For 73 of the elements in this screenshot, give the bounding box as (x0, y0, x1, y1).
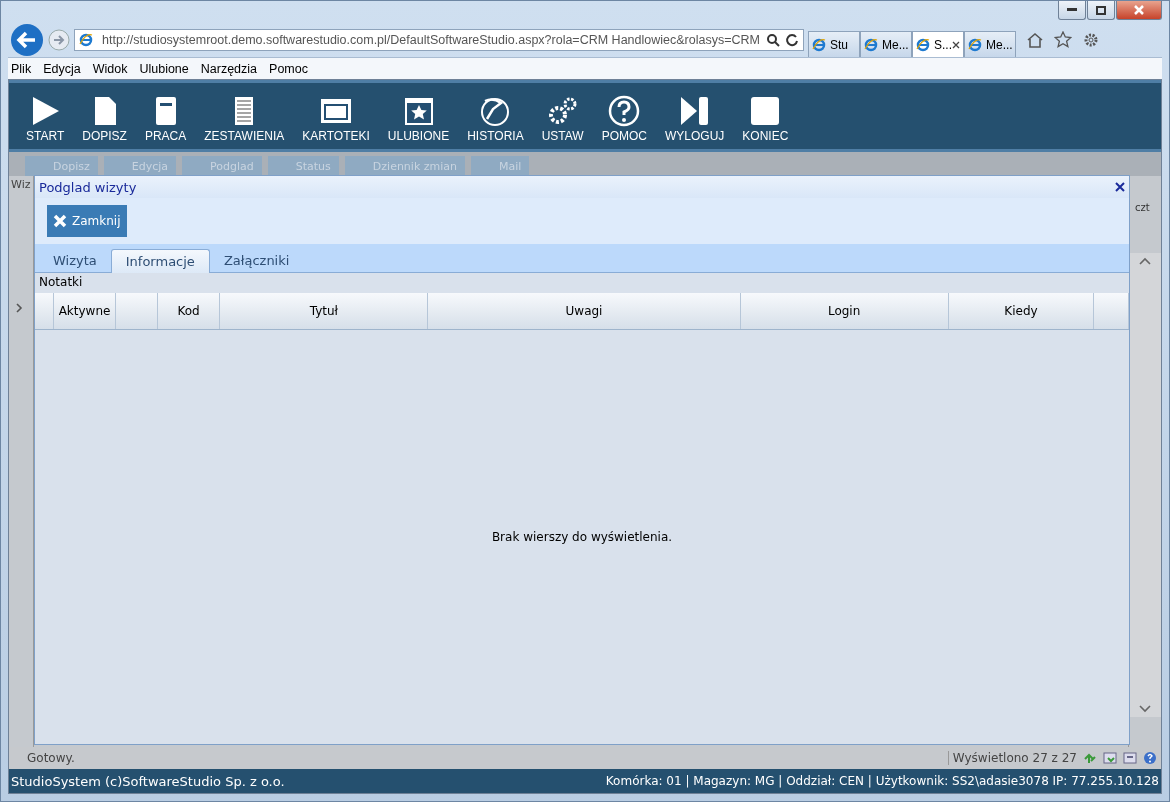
page-icon (79, 33, 93, 47)
logout-icon (678, 95, 711, 127)
menu-item[interactable]: Ulubione (139, 61, 189, 76)
browser-tab[interactable]: S... (912, 31, 964, 57)
page-icon (968, 37, 982, 52)
toolbar-button[interactable]: POMOC (592, 95, 656, 143)
export-icon[interactable] (1103, 751, 1117, 765)
record-count: Wyświetlono 27 z 27 (952, 751, 1077, 765)
address-field[interactable]: http://studiosystemroot.demo.softwarestudio.com.pl/DefaultSoftwareStudio.aspx?rola=CRM Handlowiec&rolasys=CRM (74, 29, 804, 51)
help-icon (608, 95, 641, 127)
page-icon (864, 37, 878, 52)
toolbar-button[interactable]: PRACA (135, 95, 196, 143)
toolbar-button[interactable]: HISTORIA (458, 95, 533, 143)
search-icon[interactable] (766, 33, 780, 47)
toolbar-button[interactable]: START (17, 95, 74, 143)
column-header[interactable]: Uwagi (428, 293, 741, 329)
import-icon[interactable] (1123, 751, 1137, 765)
session-info: Komórka: 01 | Magazyn: MG | Oddział: CEN | Użytkownik: SS2\adasie3078 IP: 77.255.10.128 (605, 774, 1159, 788)
column-header[interactable]: Aktywne (53, 293, 117, 329)
column-header: czt (1134, 202, 1151, 213)
column-header[interactable]: Kod (157, 293, 221, 329)
toolbar-button[interactable]: KONIEC (733, 95, 798, 143)
close-button[interactable]: Zamknij (47, 205, 127, 237)
help-icon[interactable] (1143, 751, 1157, 765)
page-icon (812, 37, 826, 52)
close-icon (1134, 5, 1144, 15)
maximize-icon (1096, 5, 1106, 15)
star-icon[interactable] (1054, 31, 1072, 49)
scrollbar[interactable] (1129, 253, 1161, 717)
tab[interactable]: Załączniki (209, 249, 304, 272)
minimize-icon (1067, 8, 1077, 12)
home-icon[interactable] (1026, 32, 1044, 48)
close-icon[interactable] (952, 40, 960, 49)
maximize-button[interactable] (1087, 1, 1115, 20)
toolbar-button[interactable]: ZESTAWIENIA (195, 95, 294, 143)
copyright-text: StudioSystem (c)SoftwareStudio Sp. z o.o. (11, 773, 285, 789)
column-header[interactable]: Tytuł (220, 293, 429, 329)
menu-item[interactable]: Narzędzia (200, 61, 258, 76)
status-text: Gotowy. (27, 751, 75, 765)
toolbar-button[interactable]: ULUBIONE (378, 95, 459, 143)
close-icon[interactable] (1115, 182, 1125, 192)
gears-icon (546, 95, 579, 127)
close-icon (53, 214, 67, 228)
tab[interactable]: Wizyta (39, 249, 111, 272)
menu-item[interactable]: Edycja (43, 61, 81, 76)
browser-tab[interactable]: Stu (808, 31, 860, 57)
settings-icon[interactable] (1082, 31, 1100, 49)
column-header[interactable]: Kiedy (948, 293, 1095, 329)
tab[interactable]: Informacje (110, 249, 210, 273)
forward-icon[interactable] (48, 29, 70, 51)
toolbar-button[interactable]: KARTOTEKI (293, 95, 379, 143)
minimize-button[interactable] (1058, 1, 1086, 20)
browser-tab[interactable]: Me... (964, 31, 1016, 57)
toolbar-button[interactable]: WYLOGUJ (656, 95, 734, 143)
section-label: Notatki (38, 274, 84, 291)
column-header: Wiz (10, 177, 32, 193)
close-button[interactable] (1116, 1, 1162, 20)
dialog-title: Podglad wizyty (39, 179, 137, 195)
back-icon[interactable] (10, 23, 44, 57)
menu-item[interactable]: Pomoc (269, 61, 308, 76)
toolbar-button[interactable]: USTAW (532, 95, 593, 143)
empty-message: Brak wierszy do wyświetlenia. (491, 530, 673, 544)
menu-item[interactable]: Plik (11, 61, 32, 76)
menu-item[interactable]: Widok (92, 61, 128, 76)
column-header[interactable]: Login (740, 293, 949, 329)
page-icon (916, 37, 930, 52)
browser-tab[interactable]: Me... (860, 31, 912, 57)
refresh-icon[interactable] (785, 33, 799, 47)
chevron-icon[interactable] (15, 303, 23, 313)
toolbar-button[interactable]: DOPISZ (73, 95, 136, 143)
scroll-up-icon[interactable] (1139, 257, 1151, 265)
square-icon (749, 95, 782, 127)
scroll-down-icon[interactable] (1139, 705, 1151, 713)
